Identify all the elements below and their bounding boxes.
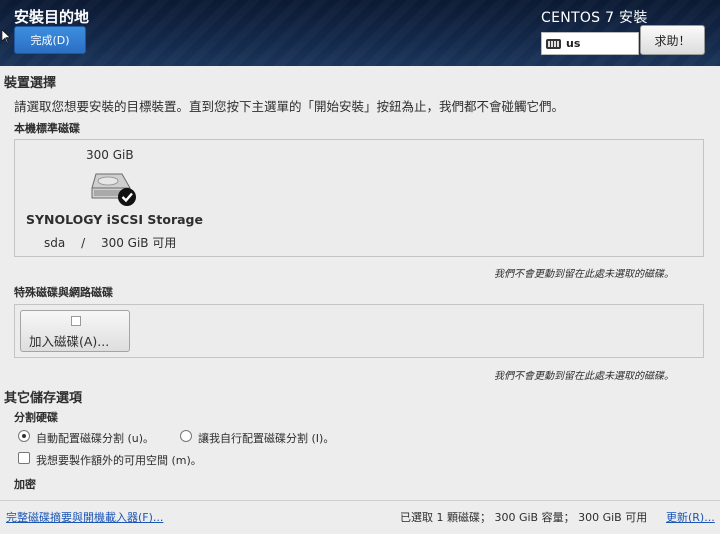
manual-partition-radio[interactable] [180, 430, 192, 442]
auto-partition-label[interactable]: 自動配置磁碟分割 (u)。 [36, 430, 154, 446]
partitioning-heading: 分割硬碟 [14, 411, 58, 424]
mouse-pointer-icon [2, 30, 10, 44]
local-disks-note: 我們不會更動到留在此處未選取的磁碟。 [494, 269, 674, 280]
keyboard-layout-label: us [566, 37, 581, 50]
disk-device: sda [44, 236, 66, 250]
keyboard-icon [546, 38, 561, 49]
device-selection-heading: 裝置選擇 [4, 76, 57, 91]
full-disk-summary-link[interactable]: 完整磁碟摘要與開機載入器(F)... [6, 509, 163, 525]
footer-bar: 完整磁碟摘要與開機載入器(F)... 已選取 1 顆磁碟； 300 GiB 容量… [0, 500, 720, 534]
product-title: CENTOS 7 安裝 [541, 10, 648, 26]
special-disks-note: 我們不會更動到留在此處未選取的磁碟。 [494, 371, 674, 382]
help-button[interactable]: 求助！ [640, 25, 705, 55]
local-disks-heading: 本機標準磁碟 [14, 122, 80, 135]
device-selection-instruction: 請選取您想要安裝的目標裝置。直到您按下主選單的「開始安裝」按鈕為止，我們都不會碰… [14, 99, 565, 114]
disk-card-sda[interactable]: 300 GiB SYNOLOGY iSCSI Storage sda / 300… [16, 142, 206, 254]
hard-disk-icon [91, 173, 136, 206]
header-bar: 安裝目的地 完成(D) CENTOS 7 安裝 us 求助！ [0, 0, 720, 66]
add-disk-button[interactable]: 加入磁碟(A)... [20, 310, 130, 352]
extra-space-checkbox[interactable] [18, 452, 30, 464]
disk-add-icon [71, 316, 81, 326]
special-disks-heading: 特殊磁碟與網路磁碟 [14, 286, 113, 299]
manual-partition-label[interactable]: 讓我自行配置磁碟分割 (I)。 [198, 430, 334, 446]
encryption-heading: 加密 [14, 478, 36, 491]
disk-detail: sda / 300 GiB 可用 [44, 234, 176, 251]
refresh-link[interactable]: 更新(R)... [666, 509, 715, 525]
extra-space-label[interactable]: 我想要製作額外的可用空間 (m)。 [36, 452, 202, 468]
checkmark-badge-icon [118, 188, 136, 206]
selection-status: 已選取 1 顆磁碟； 300 GiB 容量； 300 GiB 可用 [400, 511, 648, 524]
done-button[interactable]: 完成(D) [14, 26, 86, 54]
disk-free-space: 300 GiB 可用 [100, 236, 177, 250]
auto-partition-radio[interactable] [18, 430, 30, 442]
other-storage-heading: 其它儲存選項 [4, 391, 83, 406]
disk-size: 300 GiB [86, 148, 134, 162]
disk-name: SYNOLOGY iSCSI Storage [26, 212, 203, 227]
disk-separator: / [81, 236, 86, 250]
page-title: 安裝目的地 [14, 8, 90, 26]
keyboard-layout-indicator[interactable]: us [541, 32, 639, 55]
add-disk-label: 加入磁碟(A)... [29, 334, 110, 349]
